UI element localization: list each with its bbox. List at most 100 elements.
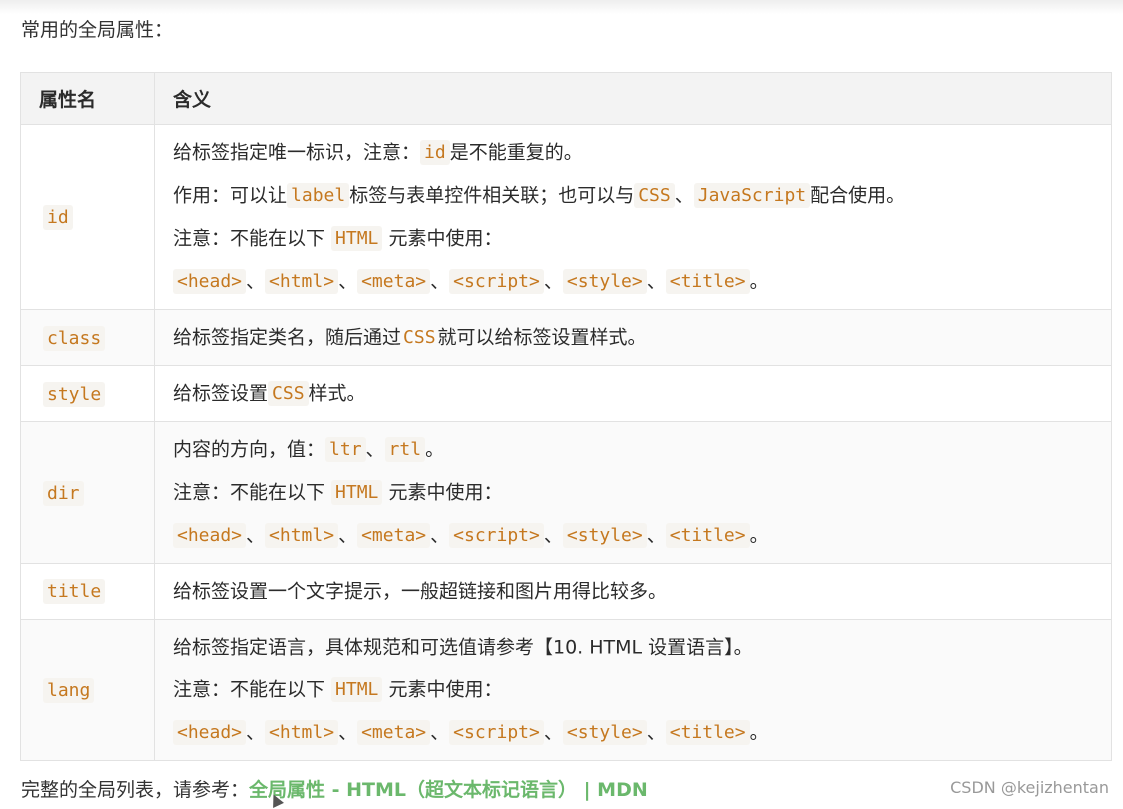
inline-code: <html> [265, 523, 339, 548]
description-line: 注意：不能在以下 HTML 元素中使用： [173, 668, 1111, 711]
table-header-row: 属性名 含义 [20, 72, 1112, 125]
description-text: 内容的方向，值： [173, 438, 326, 461]
table-row: class 给标签指定类名，随后通过 CSS 就可以给标签设置样式。 [20, 309, 1112, 366]
footer-reference: 完整的全局列表，请参考：全局属性 - HTML（超文本标记语言） | MDN [21, 773, 648, 807]
inline-code: <style> [562, 720, 647, 745]
description-text: 元素中使用： [382, 481, 503, 504]
inline-code: <style> [562, 523, 647, 548]
mdn-global-attributes-link[interactable]: 全局属性 - HTML（超文本标记语言） | MDN [249, 779, 648, 801]
description-line: <head>、 <html>、 <meta>、 <script>、 <style>、 <t… [173, 260, 1111, 303]
inline-code: <script> [449, 720, 544, 745]
inline-code: HTML [331, 480, 383, 505]
description-line: 注意：不能在以下 HTML 元素中使用： [173, 471, 1111, 514]
attr-description-cell: 内容的方向，值： ltr、 rtl。注意：不能在以下 HTML 元素中使用： <hea… [154, 421, 1112, 564]
description-text: 注意：不能在以下 [173, 678, 332, 701]
description-line: 注意：不能在以下 HTML 元素中使用： [173, 217, 1111, 260]
inline-code: <meta> [357, 523, 431, 548]
description-text: 给标签设置 [173, 382, 269, 405]
inline-code: <title> [665, 269, 750, 294]
footer-text: 完整的全局列表，请参考： [21, 779, 250, 801]
description-text: 、 [338, 270, 358, 293]
inline-code: <title> [665, 523, 750, 548]
description-text: 。 [749, 524, 769, 547]
global-attributes-table: 属性名 含义 id 给标签指定唯一标识，注意： id 是不能重复的。 作用：可以让 lab… [20, 72, 1112, 761]
description-text: 、 [543, 270, 563, 293]
description-text: 、 [430, 270, 450, 293]
table-row: title 给标签设置一个文字提示，一般超链接和图片用得比较多。 [20, 563, 1112, 620]
attr-name: class [43, 325, 106, 351]
attr-name: dir [43, 480, 84, 506]
attr-name: lang [43, 677, 95, 703]
description-text: 。 [749, 721, 769, 744]
inline-code: <script> [449, 523, 544, 548]
description-text: 样式。 [308, 382, 366, 405]
description-text: 、 [246, 270, 266, 293]
watermark: CSDN @kejizhentan [950, 778, 1109, 797]
description-text: 、 [430, 524, 450, 547]
description-line: <head>、 <html>、 <meta>、 <script>、 <style>、 <t… [173, 711, 1111, 754]
description-text: 。 [749, 270, 769, 293]
description-line: 给标签设置一个文字提示，一般超链接和图片用得比较多。 [173, 570, 1111, 613]
description-text: 、 [674, 184, 694, 207]
description-text: 给标签指定唯一标识，注意： [173, 141, 421, 164]
attr-description-cell: 给标签设置一个文字提示，一般超链接和图片用得比较多。 [154, 563, 1112, 620]
description-text: 注意：不能在以下 [173, 227, 332, 250]
attr-description-cell: 给标签设置 CSS 样式。 [154, 365, 1112, 422]
description-line: 作用：可以让 label 标签与表单控件相关联；也可以与 CSS、 JavaScript… [173, 174, 1111, 217]
description-text: 、 [543, 524, 563, 547]
description-text: 就可以给标签设置样式。 [437, 326, 647, 349]
attr-name-cell: id [20, 124, 155, 310]
attr-name-cell: dir [20, 421, 155, 564]
top-shadow [0, 0, 1123, 14]
inline-code: rtl [384, 437, 426, 462]
header-attr-name: 属性名 [20, 72, 155, 125]
header-meaning: 含义 [154, 72, 1112, 125]
description-text: 、 [646, 270, 666, 293]
attr-description-cell: 给标签指定唯一标识，注意： id 是不能重复的。 作用：可以让 label 标签与表单控件… [154, 124, 1112, 310]
description-text: 注意：不能在以下 [173, 481, 332, 504]
inline-code: <head> [173, 523, 247, 548]
description-text: 、 [246, 721, 266, 744]
inline-code: <html> [265, 720, 339, 745]
description-text: 、 [430, 721, 450, 744]
table-row: lang 给标签指定语言，具体规范和可选值请参考【10. HTML 设置语言】。注… [20, 618, 1112, 761]
description-line: 给标签指定唯一标识，注意： id 是不能重复的。 [173, 131, 1111, 174]
inline-code: <html> [265, 269, 339, 294]
description-text: 、 [646, 524, 666, 547]
attr-name-cell: lang [20, 618, 155, 761]
attr-name: style [43, 381, 106, 407]
attr-description-cell: 给标签指定类名，随后通过 CSS 就可以给标签设置样式。 [154, 309, 1112, 366]
inline-code: <script> [449, 269, 544, 294]
attr-name-cell: title [20, 563, 155, 620]
description-text: 给标签指定语言，具体规范和可选值请参考【10. HTML 设置语言】。 [173, 636, 753, 658]
description-text: 元素中使用： [382, 227, 503, 250]
description-text: 。 [425, 438, 445, 461]
description-text: 作用：可以让 [173, 184, 288, 207]
attr-name-cell: style [20, 365, 155, 422]
description-text: 、 [338, 721, 358, 744]
inline-code: <head> [173, 269, 247, 294]
attr-name-cell: class [20, 309, 155, 366]
description-line: 内容的方向，值： ltr、 rtl。 [173, 428, 1111, 471]
description-text: 、 [646, 721, 666, 744]
description-text: 配合使用。 [810, 184, 906, 207]
description-text: 、 [338, 524, 358, 547]
description-text: 给标签指定类名，随后通过 [173, 326, 402, 349]
inline-code: <meta> [357, 269, 431, 294]
inline-code: ltr [325, 437, 366, 462]
description-text: 给标签设置一个文字提示，一般超链接和图片用得比较多。 [173, 580, 668, 603]
table-row: id 给标签指定唯一标识，注意： id 是不能重复的。 作用：可以让 label 标签与表单… [20, 124, 1112, 310]
description-line: 给标签指定类名，随后通过 CSS 就可以给标签设置样式。 [173, 316, 1111, 359]
intro-text: 常用的全局属性： [21, 19, 174, 41]
inline-code: <style> [562, 269, 647, 294]
inline-code: CSS [634, 183, 675, 208]
description-text: 元素中使用： [382, 678, 503, 701]
inline-code: <head> [173, 720, 247, 745]
table-row: dir 内容的方向，值： ltr、 rtl。注意：不能在以下 HTML 元素中使用： <… [20, 421, 1112, 564]
inline-code: CSS [403, 327, 436, 348]
attr-description-cell: 给标签指定语言，具体规范和可选值请参考【10. HTML 设置语言】。 注意：不能… [154, 618, 1112, 761]
inline-code: <title> [665, 720, 750, 745]
inline-code: id [420, 140, 450, 165]
description-text: 是不能重复的。 [449, 141, 583, 164]
table-row: style 给标签设置 CSS 样式。 [20, 365, 1112, 422]
